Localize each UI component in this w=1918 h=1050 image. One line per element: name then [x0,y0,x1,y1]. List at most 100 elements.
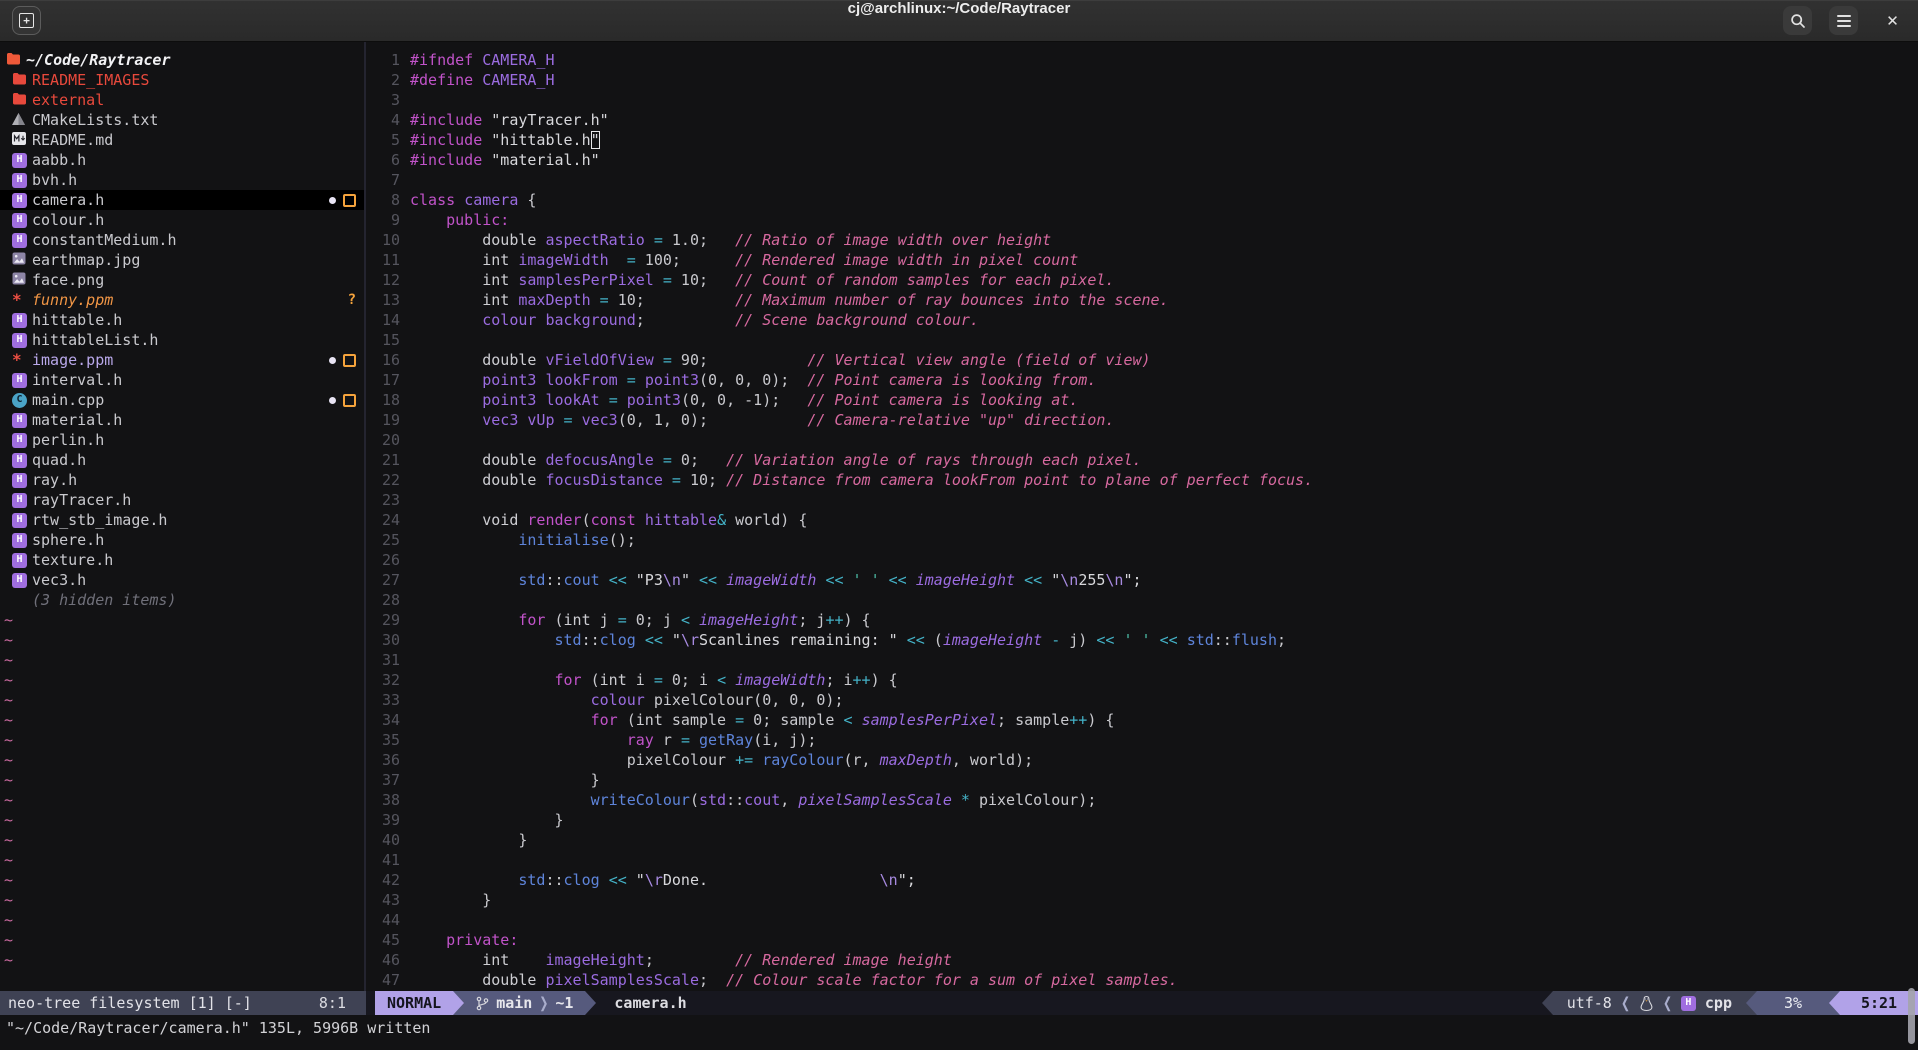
file-label: aabb.h [32,150,86,170]
file-row--code-raytracer[interactable]: ~/Code/Raytracer [0,50,364,70]
file-row-hittablelist-h[interactable]: HhittableList.h [0,330,364,350]
code-line-29[interactable]: 29 for (int j = 0; j < imageHeight; j++)… [366,610,1918,630]
code-line-46[interactable]: 46 int imageHeight; // Rendered image he… [366,950,1918,970]
git-modified-square-icon [343,194,356,207]
code-line-32[interactable]: 32 for (int i = 0; i < imageWidth; i++) … [366,670,1918,690]
file-row-bvh-h[interactable]: Hbvh.h [0,170,364,190]
file-row-external[interactable]: external [0,90,364,110]
line-number: 46 [366,950,400,970]
file-label: earthmap.jpg [32,250,140,270]
folder-open-icon [6,50,21,70]
code-line-24[interactable]: 24 void render(const hittable& world) { [366,510,1918,530]
code-line-43[interactable]: 43 } [366,890,1918,910]
code-line-23[interactable]: 23 [366,490,1918,510]
code-line-9[interactable]: 9 public: [366,210,1918,230]
file-row-material-h[interactable]: Hmaterial.h [0,410,364,430]
file-row-face-png[interactable]: face.png [0,270,364,290]
code-line-15[interactable]: 15 [366,330,1918,350]
file-row-vec3-h[interactable]: Hvec3.h [0,570,364,590]
code-line-35[interactable]: 35 ray r = getRay(i, j); [366,730,1918,750]
code-line-27[interactable]: 27 std::cout << "P3\n" << imageWidth << … [366,570,1918,590]
powerline-arrow [1542,991,1553,1015]
file-row-readme-images[interactable]: README_IMAGES [0,70,364,90]
line-number: 23 [366,490,400,510]
code-line-8[interactable]: 8class camera { [366,190,1918,210]
file-row-image-ppm[interactable]: *image.ppm [0,350,364,370]
code-line-12[interactable]: 12 int samplesPerPixel = 10; // Count of… [366,270,1918,290]
code-line-18[interactable]: 18 point3 lookAt = point3(0, 0, -1); // … [366,390,1918,410]
code-line-13[interactable]: 13 int maxDepth = 10; // Maximum number … [366,290,1918,310]
code-line-11[interactable]: 11 int imageWidth = 100; // Rendered ima… [366,250,1918,270]
file-row-ray-h[interactable]: Hray.h [0,470,364,490]
code-line-19[interactable]: 19 vec3 vUp = vec3(0, 1, 0); // Camera-r… [366,410,1918,430]
code-line-41[interactable]: 41 [366,850,1918,870]
line-number: 32 [366,670,400,690]
git-status-marks [329,390,356,410]
line-number: 3 [366,90,400,110]
code-line-14[interactable]: 14 colour background; // Scene backgroun… [366,310,1918,330]
code-line-47[interactable]: 47 double pixelSamplesScale; // Colour s… [366,970,1918,990]
file-row-texture-h[interactable]: Htexture.h [0,550,364,570]
file-row-rtw-stb-image-h[interactable]: Hrtw_stb_image.h [0,510,364,530]
scrollbar-thumb[interactable] [1908,988,1915,1044]
file-row-quad-h[interactable]: Hquad.h [0,450,364,470]
code-line-36[interactable]: 36 pixelColour += rayColour(r, maxDepth,… [366,750,1918,770]
search-button[interactable] [1783,6,1812,35]
code-line-31[interactable]: 31 [366,650,1918,670]
code-line-30[interactable]: 30 std::clog << "\rScanlines remaining: … [366,630,1918,650]
code-line-28[interactable]: 28 [366,590,1918,610]
code-line-6[interactable]: 6#include "material.h" [366,150,1918,170]
neo-tree-panel[interactable]: ~/Code/RaytracerREADME_IMAGESexternalCMa… [0,42,364,991]
code-line-38[interactable]: 38 writeColour(std::cout, pixelSamplesSc… [366,790,1918,810]
scroll-percent: 3% [1757,991,1829,1015]
close-button[interactable]: ✕ [1878,6,1907,35]
code-line-34[interactable]: 34 for (int sample = 0; sample < samples… [366,710,1918,730]
file-row-funny-ppm[interactable]: *funny.ppm? [0,290,364,310]
code-line-4[interactable]: 4#include "rayTracer.h" [366,110,1918,130]
code-line-3[interactable]: 3 [366,90,1918,110]
code-line-21[interactable]: 21 double defocusAngle = 0; // Variation… [366,450,1918,470]
h-file-icon: H [12,213,27,228]
line-number: 22 [366,470,400,490]
file-row-cmakelists-txt[interactable]: CMakeLists.txt [0,110,364,130]
code-line-17[interactable]: 17 point3 lookFrom = point3(0, 0, 0); //… [366,370,1918,390]
code-line-40[interactable]: 40 } [366,830,1918,850]
line-number: 38 [366,790,400,810]
code-line-45[interactable]: 45 private: [366,930,1918,950]
file-row-aabb-h[interactable]: Haabb.h [0,150,364,170]
code-line-10[interactable]: 10 double aspectRatio = 1.0; // Ratio of… [366,230,1918,250]
file-row-colour-h[interactable]: Hcolour.h [0,210,364,230]
code-line-2[interactable]: 2#define CAMERA_H [366,70,1918,90]
code-line-7[interactable]: 7 [366,170,1918,190]
file-row-camera-h[interactable]: Hcamera.h [0,190,364,210]
file-row-constantmedium-h[interactable]: HconstantMedium.h [0,230,364,250]
line-number: 31 [366,650,400,670]
code-line-20[interactable]: 20 [366,430,1918,450]
file-row-readme-md[interactable]: README.md [0,130,364,150]
neotree-statusline-title: neo-tree filesystem [1] [-] [8,994,252,1012]
file-row-interval-h[interactable]: Hinterval.h [0,370,364,390]
menu-button[interactable] [1829,6,1858,35]
file-row-perlin-h[interactable]: Hperlin.h [0,430,364,450]
code-line-22[interactable]: 22 double focusDistance = 10; // Distanc… [366,470,1918,490]
file-row-main-cpp[interactable]: Cmain.cpp [0,390,364,410]
code-line-26[interactable]: 26 [366,550,1918,570]
code-line-33[interactable]: 33 colour pixelColour(0, 0, 0); [366,690,1918,710]
git-modified-dot-icon [329,197,336,204]
code-line-1[interactable]: 1#ifndef CAMERA_H [366,50,1918,70]
h-file-icon: H [12,333,27,348]
code-line-44[interactable]: 44 [366,910,1918,930]
code-line-16[interactable]: 16 double vFieldOfView = 90; // Vertical… [366,350,1918,370]
code-editor[interactable]: 1#ifndef CAMERA_H2#define CAMERA_H34#inc… [366,42,1918,991]
file-row-sphere-h[interactable]: Hsphere.h [0,530,364,550]
file-row-raytracer-h[interactable]: HrayTracer.h [0,490,364,510]
file-row--3-hidden-items-[interactable]: (3 hidden items) [0,590,364,610]
statusline: neo-tree filesystem [1] [-] 8:1 NORMAL m… [0,991,1918,1015]
file-row-hittable-h[interactable]: Hhittable.h [0,310,364,330]
code-line-39[interactable]: 39 } [366,810,1918,830]
file-row-earthmap-jpg[interactable]: earthmap.jpg [0,250,364,270]
code-line-25[interactable]: 25 initialise(); [366,530,1918,550]
code-line-5[interactable]: 5#include "hittable.h" [366,130,1918,150]
code-line-37[interactable]: 37 } [366,770,1918,790]
code-line-42[interactable]: 42 std::clog << "\rDone. \n"; [366,870,1918,890]
